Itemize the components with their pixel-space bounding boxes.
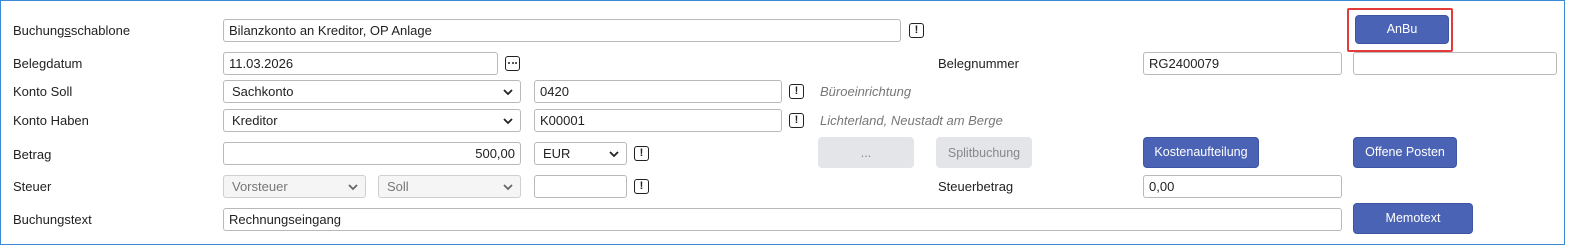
label-konto-soll: Konto Soll <box>13 84 73 99</box>
exclamation-icon[interactable]: ! <box>634 146 649 161</box>
betrag-input[interactable]: 500,00 <box>223 142 521 165</box>
waehrung-value: EUR <box>543 146 571 161</box>
konto-soll-type-select[interactable]: Sachkonto <box>223 80 521 103</box>
kostenaufteilung-button[interactable]: Kostenaufteilung <box>1143 137 1259 168</box>
chevron-down-icon <box>503 184 513 191</box>
belegdatum-input[interactable]: 11.03.2026 <box>223 52 498 75</box>
label-belegdatum: Belegdatum <box>13 56 83 71</box>
konto-haben-type-value: Kreditor <box>232 113 278 128</box>
label-konto-haben: Konto Haben <box>13 113 89 128</box>
steuer-seite-select[interactable]: Soll <box>378 175 521 198</box>
belegnummer-input[interactable]: RG2400079 <box>1143 52 1342 75</box>
label-buchungstext: Buchungstext <box>13 212 92 227</box>
chevron-down-icon <box>348 184 358 191</box>
label-belegnummer: Belegnummer <box>938 56 1019 71</box>
label-betrag: Betrag <box>13 147 52 162</box>
anbu-button[interactable]: AnBu <box>1355 15 1449 44</box>
konto-haben-number-input[interactable]: K00001 <box>534 109 782 132</box>
splitbuchung-button[interactable]: Splitbuchung <box>936 137 1032 168</box>
waehrung-select[interactable]: EUR <box>534 142 627 165</box>
steuer-code-input[interactable] <box>534 175 627 198</box>
more-options-icon[interactable] <box>505 56 520 71</box>
konto-soll-hint: Büroeinrichtung <box>820 84 912 99</box>
chevron-down-icon <box>609 151 619 158</box>
konto-haben-hint: Lichterland, Neustadt am Berge <box>820 113 1003 128</box>
offene-posten-button[interactable]: Offene Posten <box>1353 137 1457 168</box>
belegnummer2-input[interactable] <box>1353 52 1557 75</box>
steuer-seite-value: Soll <box>387 179 409 194</box>
steuer-art-value: Vorsteuer <box>232 179 288 194</box>
buchungstext-input[interactable]: Rechnungseingang <box>223 208 1342 231</box>
label-steuer: Steuer <box>13 179 52 194</box>
chevron-down-icon <box>503 118 513 125</box>
konto-soll-number-input[interactable]: 0420 <box>534 80 782 103</box>
exclamation-icon[interactable]: ! <box>789 113 804 128</box>
konto-haben-type-select[interactable]: Kreditor <box>223 109 521 132</box>
konto-soll-type-value: Sachkonto <box>232 84 294 99</box>
label-buchungsschablone: Buchungsschablone <box>13 23 131 38</box>
buchungsschablone-input[interactable]: Bilanzkonto an Kreditor, OP Anlage <box>223 19 901 42</box>
memotext-button[interactable]: Memotext <box>1353 203 1473 234</box>
chevron-down-icon <box>503 89 513 96</box>
exclamation-icon[interactable]: ! <box>789 84 804 99</box>
exclamation-icon[interactable]: ! <box>634 179 649 194</box>
ellipsis-button[interactable]: ... <box>818 137 914 168</box>
steuer-art-select[interactable]: Vorsteuer <box>223 175 366 198</box>
label-steuerbetrag: Steuerbetrag <box>938 179 1014 194</box>
steuerbetrag-input[interactable]: 0,00 <box>1143 175 1342 198</box>
exclamation-icon[interactable]: ! <box>909 23 924 38</box>
